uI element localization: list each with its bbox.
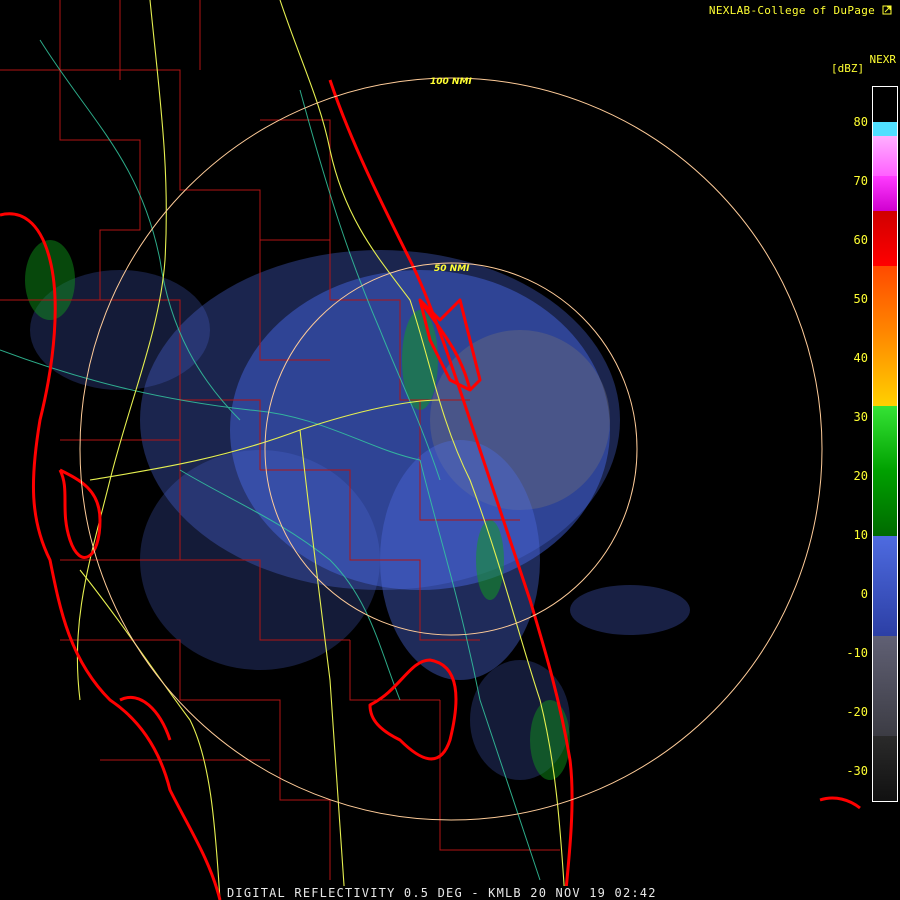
color-legend-bar (872, 86, 898, 802)
legend-seg-30 (873, 406, 897, 536)
legend-seg-0 (873, 636, 897, 736)
legend-tick-0: 0 (860, 587, 868, 601)
radar-map: 100 NMI 50 NMI (0, 0, 861, 900)
legend-seg-75 (873, 136, 897, 176)
legend-tick-60: 60 (853, 233, 868, 247)
legend-tick-20: 20 (853, 469, 868, 483)
legend-seg-60 (873, 211, 897, 266)
credit-text: NEXLAB-College of DuPage (708, 4, 876, 17)
legend-tick-50: 50 (853, 292, 868, 306)
legend-seg-80 (873, 122, 897, 136)
legend-seg-70 (873, 176, 897, 211)
legend-tick-m30: -30 (846, 764, 868, 778)
legend-tick-10: 10 (853, 528, 868, 542)
legend-unit: [dBZ] (831, 62, 865, 75)
legend-tick-m10: -10 (846, 646, 868, 660)
legend-seg-10 (873, 536, 897, 636)
external-link-icon (882, 5, 892, 15)
ring-50nmi-label: 50 NMI (434, 264, 470, 274)
legend-tick-40: 40 (853, 351, 868, 365)
legend-seg-m30 (873, 736, 897, 801)
product-code: NEXR (869, 53, 897, 66)
legend-tick-m20: -20 (846, 705, 868, 719)
legend-tick-30: 30 (853, 410, 868, 424)
legend-seg-50 (873, 266, 897, 406)
credit-label[interactable]: NEXLAB-College of DuPage (709, 4, 892, 17)
legend-tick-70: 70 (853, 174, 868, 188)
ring-100nmi-label: 100 NMI (430, 77, 472, 87)
product-caption: DIGITAL REFLECTIVITY 0.5 DEG - KMLB 20 N… (225, 886, 659, 900)
legend-tick-80: 80 (853, 115, 868, 129)
